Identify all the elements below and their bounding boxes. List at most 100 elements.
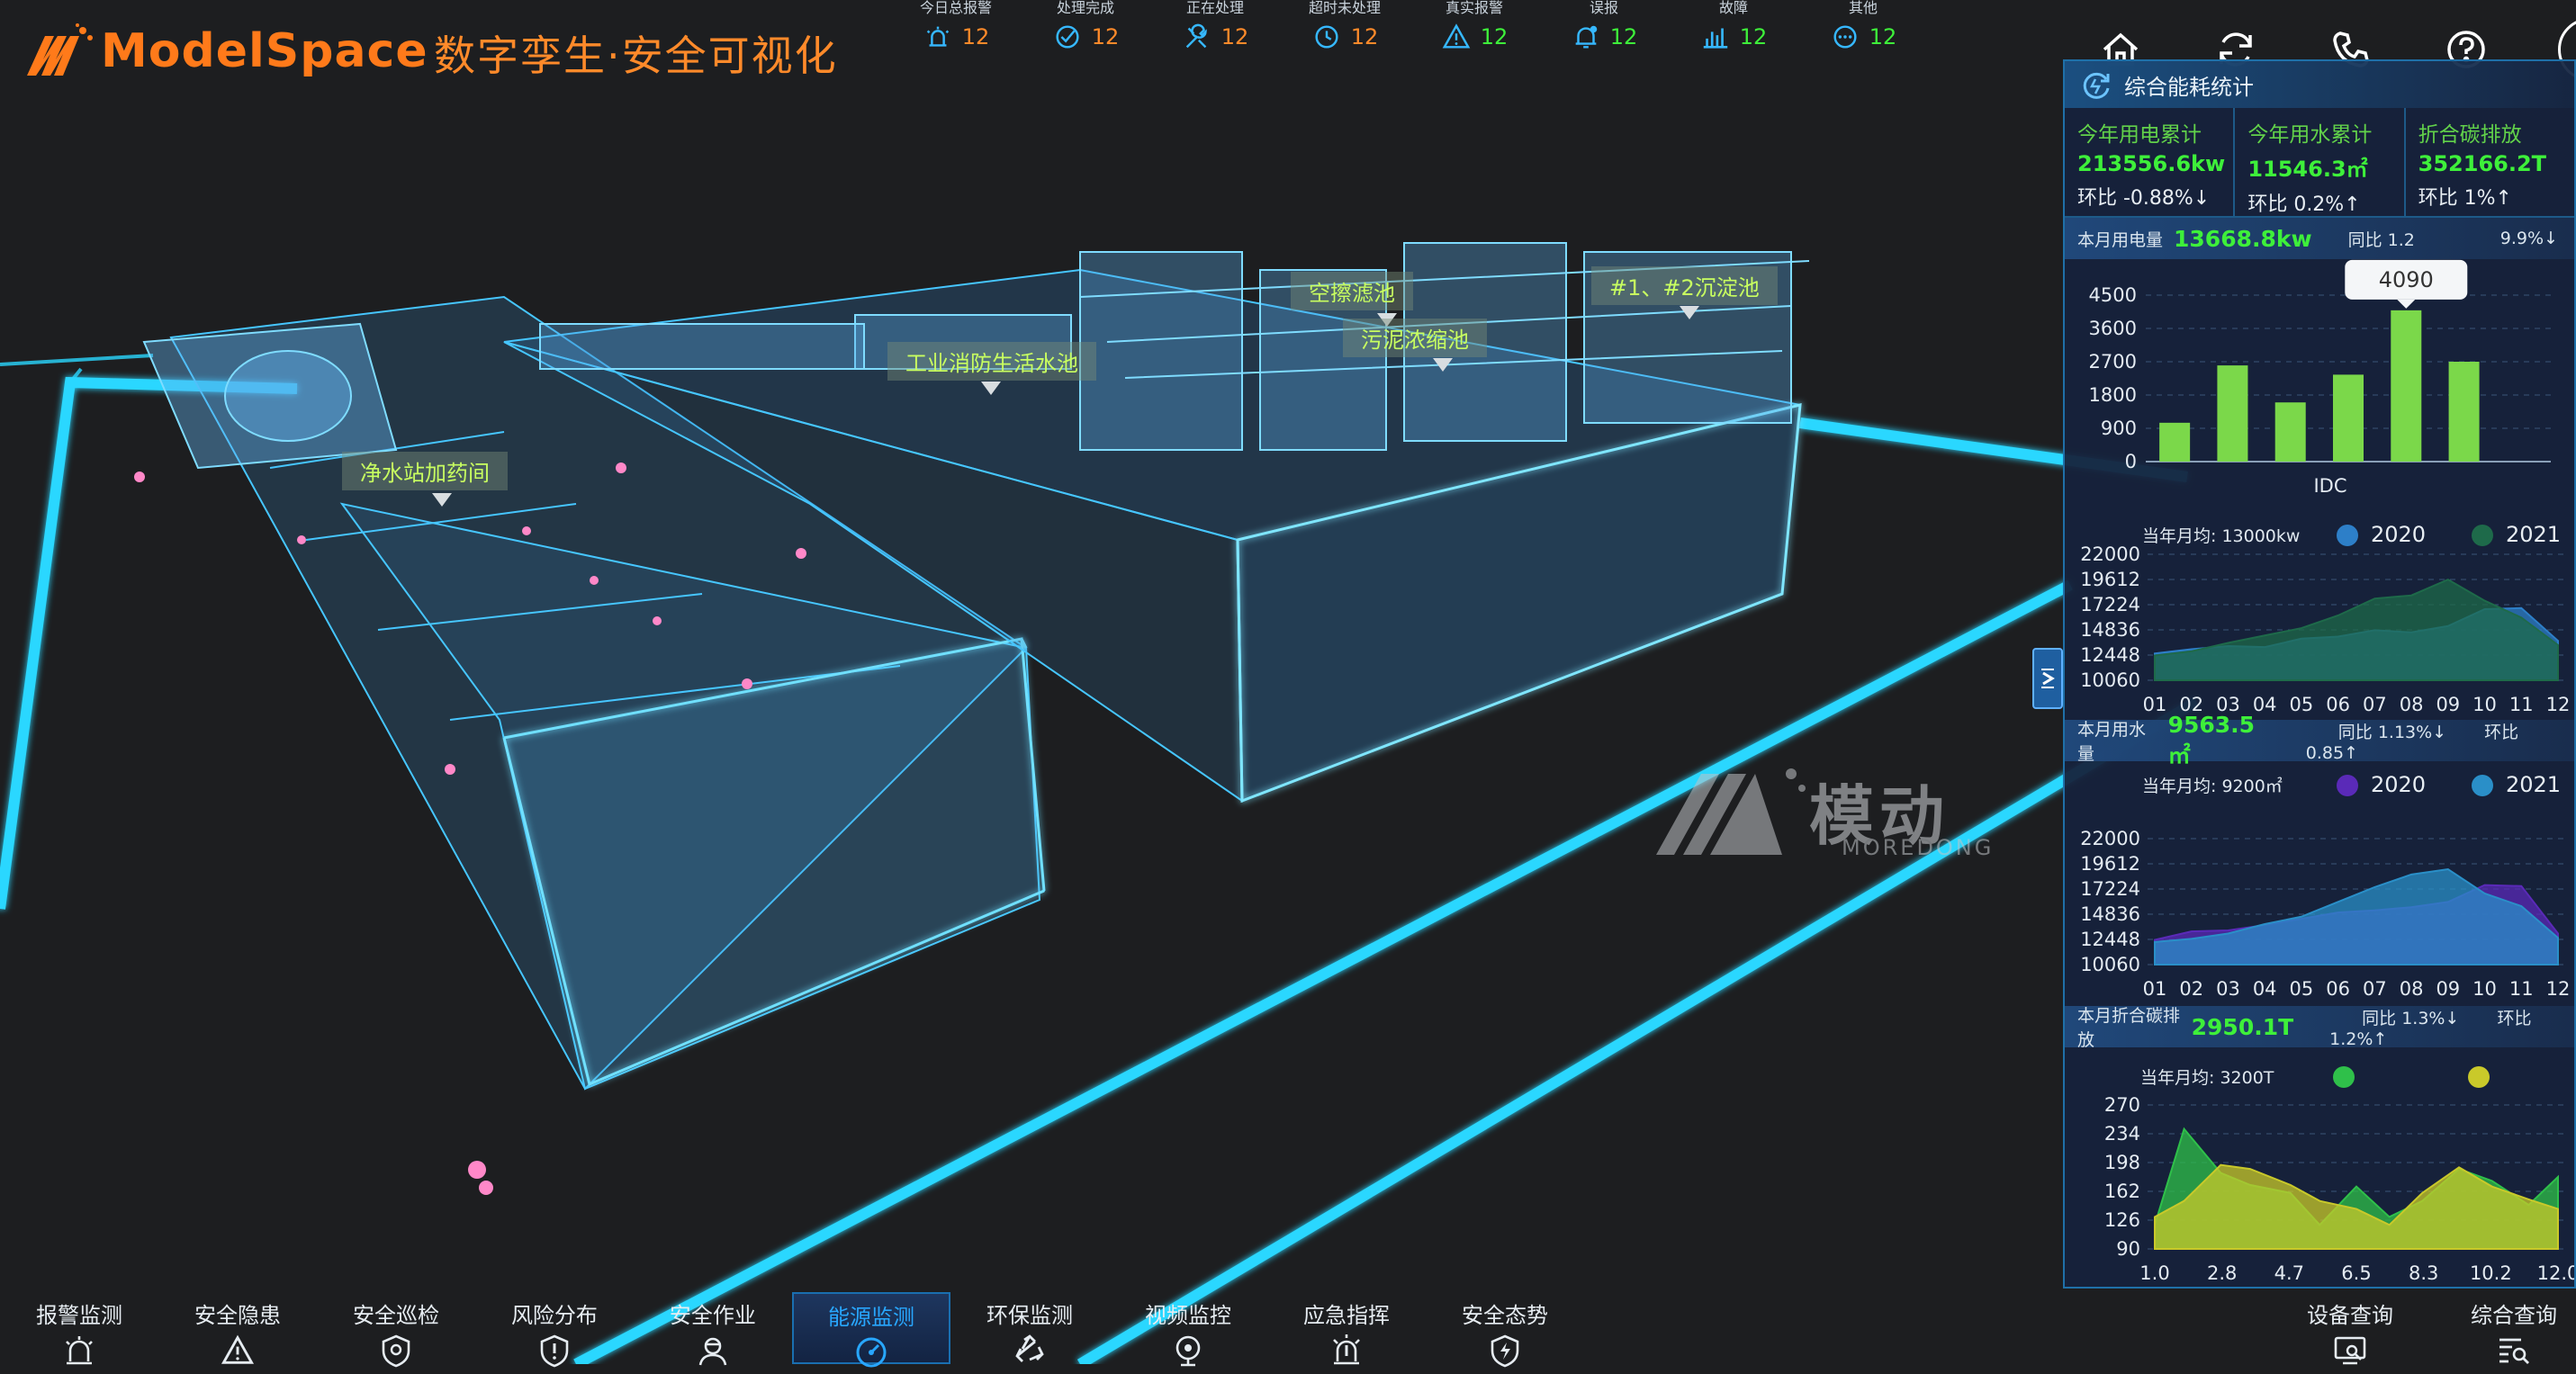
x-tick-label: 05 (2290, 694, 2314, 715)
stat-item[interactable]: 超时未处理 12 (1280, 0, 1410, 52)
y-tick-label: 22000 (2080, 543, 2140, 565)
stat-value: 12 (1869, 24, 1897, 49)
section-label: 本月用电量 (2077, 229, 2164, 250)
stat-label: 超时未处理 (1308, 0, 1381, 16)
collapse-arrow-icon (2041, 669, 2055, 688)
y-tick-label: 12448 (2080, 644, 2140, 666)
bar-tooltip-arrow (2397, 299, 2416, 309)
y-tick-label: 14836 (2080, 619, 2140, 641)
nav-item-warning[interactable]: 安全隐患 (158, 1292, 317, 1364)
bar[interactable] (2159, 422, 2191, 462)
water-area-chart[interactable]: 当年月均: 9200㎡ 2020 2021 22000 19612 17224 14836 1… (2065, 761, 2574, 1006)
page-title: 数字孪生·安全可视化 (434, 31, 838, 80)
stat-item[interactable]: 真实报警 12 (1410, 0, 1539, 52)
section-value: 9563.5㎡ (2167, 711, 2256, 768)
panel-collapse-button[interactable] (2032, 648, 2063, 709)
stat-row: 12 (891, 22, 1021, 52)
nav-item-recycle[interactable]: 环保监测 (950, 1292, 1109, 1364)
bottom-nav: 报警监测 安全隐患 安全巡检 风险分布 安全作业 能源监测 环保监测 视频监控 应急指挥 安全态势 (0, 1292, 1584, 1368)
legend-label: 2020 (2371, 522, 2426, 547)
legend-swatch (2472, 775, 2493, 796)
section-mom: 9.9%↓ (2499, 229, 2558, 248)
x-tick-label: 12 (2546, 978, 2571, 1000)
summary-value: 352166.2T (2418, 151, 2547, 176)
stat-item[interactable]: 处理完成 12 (1021, 0, 1150, 52)
stat-item[interactable]: 其他 12 (1798, 0, 1928, 52)
x-tick-label: 06 (2326, 978, 2350, 1000)
scene-label-sedimentation-pool[interactable]: #1、#2沉淀池 (1591, 266, 1778, 305)
stat-item[interactable]: 今日总报警 12 (891, 0, 1021, 52)
section-yoy: 同比 1.2 (2347, 229, 2415, 250)
nav-item-alarm-light[interactable]: 报警监测 (0, 1292, 158, 1365)
area-series[interactable] (2154, 867, 2559, 965)
stat-row: 12 (1539, 22, 1669, 52)
gauge-icon (856, 1337, 887, 1368)
summary-change: 环比 0.2%↑ (2247, 193, 2361, 216)
nav-item-gauge[interactable]: 能源监测 (791, 1292, 951, 1368)
bar[interactable] (2448, 362, 2480, 462)
x-tick-label: 02 (2179, 978, 2203, 1000)
x-tick-label: 11 (2509, 694, 2534, 715)
bar[interactable] (2333, 374, 2364, 462)
nav-item-list-search[interactable]: 综合查询 (2432, 1292, 2576, 1372)
y-tick-label: 17224 (2080, 878, 2140, 900)
y-tick-label: 234 (2104, 1123, 2140, 1145)
scene-label-filter-pool[interactable]: 空擦滤池 (1291, 272, 1413, 310)
nav-item-siren[interactable]: 应急指挥 (1267, 1292, 1426, 1365)
section-yoy: 同比 1.13%↓ (2337, 722, 2447, 742)
stat-item[interactable]: 正在处理 12 (1150, 0, 1280, 52)
stat-label: 真实报警 (1445, 0, 1503, 16)
legend-swatch (2337, 775, 2358, 796)
nav-item-worker[interactable]: 安全作业 (634, 1292, 792, 1366)
bar[interactable] (2217, 365, 2248, 462)
y-tick-label: 126 (2104, 1209, 2140, 1231)
y-tick-label: 2700 (2089, 351, 2137, 373)
scene-pin (1433, 358, 1453, 372)
more-icon (1833, 25, 1857, 49)
warning-icon (221, 1334, 254, 1364)
stat-item[interactable]: 误报 12 (1539, 0, 1669, 52)
nav-item-device-search[interactable]: 设备查询 (2268, 1292, 2432, 1372)
stat-item[interactable]: 故障 12 (1669, 0, 1798, 52)
scene-pin (981, 382, 1001, 395)
carbon-area-chart[interactable]: 当年月均: 3200T270 234 198 162 126 901.0 2.8 4.7 6.5… (2065, 1047, 2574, 1289)
stat-row: 12 (1280, 22, 1410, 52)
nav-item-shield-pin[interactable]: 安全巡检 (317, 1292, 475, 1368)
y-tick-label: 1800 (2089, 384, 2137, 406)
x-tick-label: 08 (2400, 694, 2424, 715)
alarm-icon (926, 26, 949, 47)
y-tick-label: 900 (2101, 418, 2137, 439)
electricity-bar-chart[interactable]: 4500 3600 2700 1800 900 0 IDC 4090 (2065, 259, 2574, 520)
x-tick-label: 06 (2326, 694, 2350, 715)
x-tick-label: 07 (2363, 978, 2387, 1000)
brand-logo[interactable]: ModelSpace (25, 20, 428, 83)
stat-row: 12 (1669, 22, 1798, 52)
nav-item-label: 风险分布 (510, 1303, 598, 1328)
nav-item-shield-bolt[interactable]: 安全态势 (1426, 1292, 1584, 1368)
stat-value: 12 (1350, 24, 1379, 49)
bar[interactable] (2391, 310, 2422, 462)
stat-label: 正在处理 (1185, 0, 1244, 16)
stat-row: 12 (1150, 22, 1280, 52)
warning-icon (1442, 23, 1471, 49)
scene-label-fire-water-pool[interactable]: 工业消防生活水池 (887, 342, 1096, 381)
summary-label: 折合碳排放 (2418, 123, 2522, 147)
bar-tooltip-text: 4090 (2379, 267, 2434, 292)
bottom-right-tools: 设备查询 综合查询 (2268, 1292, 2576, 1372)
summary-row: 今年用电累计 213556.6kw 环比 -0.88%↓ 今年用水累计 1154… (2065, 108, 2574, 218)
nav-item-label: 安全隐患 (194, 1303, 281, 1328)
nav-item-risk-shield[interactable]: 风险分布 (475, 1292, 634, 1368)
nav-item-label: 设备查询 (2307, 1303, 2393, 1328)
shield-pin-icon (382, 1334, 410, 1368)
section-value: 2950.1T (2191, 1013, 2294, 1040)
scene-label-sludge-pool[interactable]: 污泥浓缩池 (1343, 319, 1487, 357)
y-tick-label: 0 (2125, 451, 2137, 472)
stat-value: 12 (961, 24, 990, 49)
x-tick-label: 12.0 (2537, 1262, 2574, 1284)
scene-label-water-station[interactable]: 净水站加药间 (342, 452, 508, 490)
x-tick-label: 10.2 (2470, 1262, 2512, 1284)
electricity-area-chart[interactable]: 当年月均: 13000kw 2020 2021 22000 19612 17224 1483… (2065, 520, 2574, 720)
nav-item-camera[interactable]: 视频监控 (1109, 1292, 1267, 1367)
nav-item-label: 应急指挥 (1303, 1303, 1390, 1328)
bar[interactable] (2274, 402, 2306, 462)
